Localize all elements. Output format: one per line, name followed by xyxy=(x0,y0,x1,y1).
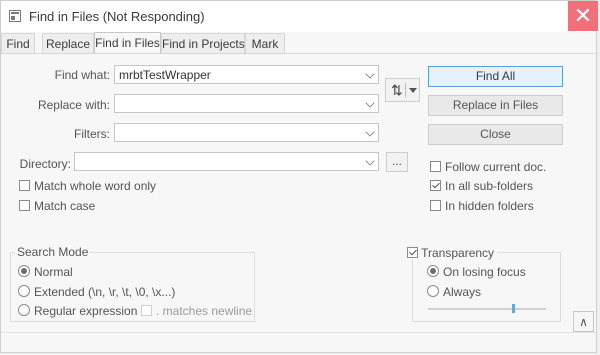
search-mode-regex-radio[interactable] xyxy=(18,304,30,316)
transparency-label[interactable]: Transparency xyxy=(421,246,494,260)
directory-combobox[interactable] xyxy=(74,152,379,171)
close-window-button[interactable]: ✕ xyxy=(568,1,598,31)
transparency-checkbox[interactable] xyxy=(407,247,418,258)
collapse-button[interactable]: ∧ xyxy=(573,311,594,332)
window-title: Find in Files (Not Responding) xyxy=(29,9,205,24)
find-what-combobox[interactable]: mrbtTestWrapper xyxy=(114,65,379,84)
find-what-value: mrbtTestWrapper xyxy=(119,68,211,82)
chevron-down-icon[interactable] xyxy=(365,69,375,79)
in-all-subfolders-label[interactable]: In all sub-folders xyxy=(445,179,533,193)
transparency-header: Transparency xyxy=(404,246,498,260)
in-hidden-folders-checkbox[interactable] xyxy=(430,200,441,211)
close-icon: ✕ xyxy=(573,3,593,28)
search-mode-normal-label[interactable]: Normal xyxy=(34,265,73,279)
chevron-down-icon[interactable] xyxy=(365,156,375,166)
matches-newline-checkbox[interactable] xyxy=(141,305,152,316)
tab-find-in-files[interactable]: Find in Files xyxy=(94,32,161,54)
chevron-down-icon[interactable] xyxy=(365,127,375,137)
split-divider xyxy=(405,83,406,97)
match-whole-word-checkbox[interactable] xyxy=(19,180,30,191)
app-window-icon xyxy=(9,10,21,22)
on-losing-focus-radio[interactable] xyxy=(427,265,439,277)
always-label[interactable]: Always xyxy=(443,285,481,299)
search-mode-regex-label[interactable]: Regular expression xyxy=(34,304,137,318)
tab-find-in-projects[interactable]: Find in Projects xyxy=(161,33,245,53)
tab-divider xyxy=(1,53,598,54)
replace-in-files-button[interactable]: Replace in Files xyxy=(428,95,563,116)
bottom-divider xyxy=(1,332,598,333)
search-mode-extended-radio[interactable] xyxy=(18,285,30,297)
chevron-down-icon[interactable] xyxy=(365,98,375,108)
replace-with-combobox[interactable] xyxy=(114,94,379,113)
follow-current-doc-label[interactable]: Follow current doc. xyxy=(445,160,546,174)
always-radio[interactable] xyxy=(427,285,439,297)
tab-replace[interactable]: Replace xyxy=(42,33,94,53)
match-whole-word-label[interactable]: Match whole word only xyxy=(34,179,156,193)
tab-mark[interactable]: Mark xyxy=(245,33,285,53)
in-hidden-folders-label[interactable]: In hidden folders xyxy=(445,199,534,213)
on-losing-focus-label[interactable]: On losing focus xyxy=(443,265,526,279)
swap-arrows-icon: ⇅ xyxy=(391,82,403,98)
dropdown-triangle-icon xyxy=(409,88,417,93)
search-mode-extended-label[interactable]: Extended (\n, \r, \t, \0, \x...) xyxy=(34,285,175,299)
search-mode-title: Search Mode xyxy=(15,245,91,259)
transparency-slider-thumb[interactable] xyxy=(512,304,515,313)
filters-combobox[interactable] xyxy=(114,123,379,142)
tab-strip: Find Replace Find in Files Find in Proje… xyxy=(1,32,598,54)
search-mode-normal-radio[interactable] xyxy=(18,265,30,277)
swap-find-replace-button[interactable]: ⇅ xyxy=(385,78,420,102)
title-bar[interactable]: Find in Files (Not Responding) ✕ xyxy=(1,1,598,32)
match-case-label[interactable]: Match case xyxy=(34,199,95,213)
transparency-slider-track[interactable] xyxy=(428,308,546,310)
follow-current-doc-checkbox[interactable] xyxy=(430,161,441,172)
tab-find[interactable]: Find xyxy=(1,33,35,53)
browse-directory-button[interactable]: ... xyxy=(386,152,408,172)
find-what-label: Find what: xyxy=(54,68,110,82)
matches-newline-label: . matches newline xyxy=(156,304,253,318)
chevron-up-icon: ∧ xyxy=(579,315,588,329)
replace-with-label: Replace with: xyxy=(37,98,110,112)
filters-label: Filters: xyxy=(74,127,110,141)
find-all-button[interactable]: Find All xyxy=(428,66,563,87)
match-case-checkbox[interactable] xyxy=(19,200,30,211)
find-in-files-dialog: Find in Files (Not Responding) ✕ Find Re… xyxy=(0,0,598,353)
close-button[interactable]: Close xyxy=(428,124,563,145)
directory-label: Directory: xyxy=(19,157,71,171)
in-all-subfolders-checkbox[interactable] xyxy=(430,180,441,191)
